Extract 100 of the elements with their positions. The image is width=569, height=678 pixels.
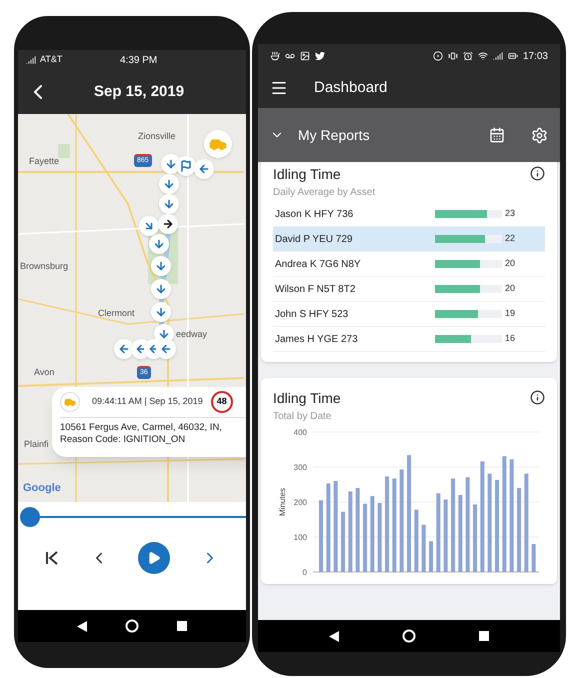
circle-dot-icon [432, 51, 443, 61]
place-label: eedway [176, 328, 208, 341]
asset-value: 22 [505, 232, 516, 246]
asset-name: Andrea K 7G6 N8Y [275, 258, 362, 272]
header-title: Dashboard [314, 78, 388, 98]
route-marker[interactable] [156, 339, 176, 359]
status-time: 17:03 [522, 50, 548, 64]
asset-value: 20 [505, 257, 516, 270]
map-attribution: Google [23, 481, 61, 496]
asset-row[interactable]: David P YEU 729 22 [273, 227, 545, 252]
down-arrow-icon [155, 306, 167, 318]
event-reason: Reason Code: IGNITION_ON [60, 434, 186, 446]
left-arrow-icon [198, 163, 210, 175]
asset-name: David P YEU 729 [275, 232, 354, 246]
route-marker[interactable] [151, 302, 171, 322]
carrier-name: AT&T [40, 53, 64, 66]
place-label: Avon [34, 366, 54, 379]
asset-value: 20 [505, 282, 516, 296]
play-button[interactable] [138, 542, 170, 574]
route-marker[interactable] [194, 159, 214, 179]
image-icon [300, 51, 310, 61]
voicemail-icon [285, 51, 295, 61]
down-arrow-icon [163, 178, 175, 190]
down-arrow-icon [155, 260, 167, 272]
card-subtitle: Daily Average by Asset [273, 186, 376, 200]
right-arrow-icon [162, 218, 174, 230]
route-marker[interactable] [139, 216, 159, 236]
left-arrow-icon [118, 343, 130, 355]
y-tick-label: 0 [302, 568, 307, 577]
y-tick-label: 400 [294, 428, 307, 437]
recents-icon[interactable] [478, 631, 489, 641]
bar [319, 500, 324, 572]
header-title: Sep 15, 2019 [94, 82, 184, 102]
route-marker[interactable] [158, 214, 178, 234]
place-label: Fayette [29, 155, 60, 168]
alarm-icon [462, 51, 473, 61]
asset-value: 19 [505, 307, 516, 320]
bar [341, 512, 346, 572]
flag-icon [180, 160, 192, 172]
bar [473, 504, 478, 572]
signal-icon [492, 51, 503, 61]
left-arrow-icon [160, 343, 172, 355]
asset-value: 16 [505, 332, 516, 346]
car-icon [64, 396, 76, 408]
left-arrow-icon [135, 343, 147, 355]
route-marker[interactable] [159, 194, 179, 214]
back-icon[interactable] [329, 630, 340, 642]
slider-thumb[interactable] [20, 507, 40, 527]
y-tick-label: 300 [294, 463, 307, 472]
place-label: Clermont [98, 307, 135, 320]
diagonal-arrow-icon [143, 220, 155, 232]
event-timestamp: 09:44:11 AM | Sep 15, 2019 [92, 395, 203, 408]
bird-icon [315, 51, 325, 61]
bar [422, 524, 426, 572]
down-arrow-icon [153, 238, 165, 250]
skip-to-start-icon[interactable] [45, 551, 60, 565]
wifi-icon [478, 51, 488, 61]
y-axis-label: Minutes [278, 488, 287, 516]
asset-value: 23 [505, 207, 516, 220]
info-icon[interactable] [530, 166, 545, 181]
back-icon[interactable] [77, 620, 87, 632]
down-arrow-icon [158, 328, 170, 340]
place-label: Brownsburg [20, 260, 68, 273]
asset-name: Jason K HFY 736 [275, 208, 354, 222]
asset-name: Wilson F N5T 8T2 [275, 282, 356, 296]
bar [414, 510, 418, 572]
route-marker[interactable] [159, 174, 179, 194]
bowl-icon [270, 51, 280, 61]
toolbar-title: My Reports [298, 126, 371, 145]
play-icon [147, 551, 162, 565]
down-arrow-icon [165, 158, 177, 170]
place-label: Zionsville [138, 130, 176, 143]
event-address: 10561 Fergus Ave, Carmel, 46032, IN, [60, 422, 223, 434]
signal-icon [26, 55, 36, 65]
card-subtitle: Total by Date [273, 410, 332, 424]
bar [363, 504, 368, 572]
menu-icon[interactable] [270, 79, 288, 97]
home-icon[interactable] [125, 619, 139, 633]
calendar-icon[interactable] [489, 127, 505, 143]
settings-icon[interactable] [531, 126, 548, 144]
bar [532, 544, 536, 572]
home-icon[interactable] [402, 629, 416, 643]
status-time: 4:39 PM [120, 54, 158, 68]
card-title: Idling Time [273, 389, 342, 408]
info-icon[interactable] [530, 390, 545, 405]
route-marker[interactable] [114, 339, 134, 359]
vibrate-icon [448, 51, 458, 61]
vehicle-marker[interactable] [204, 130, 232, 158]
down-arrow-icon [155, 283, 167, 295]
battery-icon [508, 51, 518, 61]
down-arrow-icon [163, 198, 175, 210]
bar [378, 503, 382, 572]
card-title: Idling Time [273, 165, 342, 184]
route-marker[interactable] [151, 279, 171, 299]
y-tick-label: 200 [294, 498, 307, 507]
y-tick-label: 100 [294, 533, 307, 542]
asset-name: James H YGE 273 [275, 332, 359, 346]
asset-name: John S HFY 523 [275, 308, 350, 322]
bar [429, 541, 434, 572]
route-marker[interactable] [176, 156, 196, 176]
